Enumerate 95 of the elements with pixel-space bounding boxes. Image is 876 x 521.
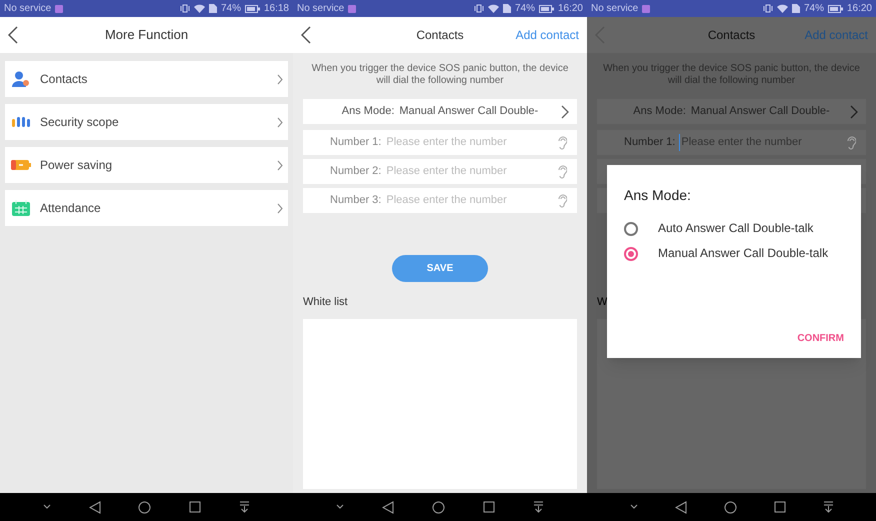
chevron-right-icon (277, 74, 283, 84)
vibrate-icon (762, 4, 773, 13)
dialog-title: Ans Mode: (624, 186, 692, 205)
chevron-right-icon (277, 160, 283, 170)
people-group-icon (11, 116, 31, 128)
menu-item-label: Attendance (40, 200, 102, 217)
notification-pull-icon[interactable] (239, 501, 250, 513)
battery-icon (538, 4, 554, 12)
back-icon[interactable] (382, 500, 394, 514)
header-title: More Function (104, 26, 188, 44)
clock-text: 16:20 (846, 2, 872, 16)
menu-item[interactable]: Contacts (5, 61, 288, 97)
chevron-right-icon (561, 104, 569, 118)
wifi-icon (776, 4, 788, 13)
number-label: Number 1: (624, 135, 676, 150)
confirm-button[interactable]: CONFIRM (797, 331, 844, 346)
chevron-down-icon[interactable] (42, 504, 51, 510)
battery-percent: 74% (804, 2, 824, 16)
notification-pull-icon[interactable] (533, 501, 544, 513)
vibrate-icon (474, 4, 484, 13)
ans-mode-label: Ans Mode: (342, 104, 394, 120)
clock-text: 16:18 (264, 2, 289, 16)
header-title: Contacts (416, 27, 464, 44)
number-field[interactable]: Number 3: Please enter the number (303, 188, 577, 213)
description-text: When you trigger the device SOS panic button, the device will dial the following number (310, 62, 570, 88)
wifi-icon (488, 4, 499, 13)
chevron-right-icon (277, 116, 283, 128)
recents-icon[interactable] (774, 501, 786, 513)
vibrate-icon (180, 4, 190, 13)
back-icon[interactable] (301, 26, 311, 44)
save-button[interactable]: SAVE (392, 255, 488, 282)
number-label: Number 1: (330, 135, 382, 150)
number-label: Number 2: (330, 164, 382, 180)
recents-icon[interactable] (189, 501, 202, 513)
number-input[interactable]: Please enter the number (385, 192, 557, 209)
radio-label: Auto Answer Call Double-talk (658, 221, 814, 235)
chevron-right-icon (850, 104, 858, 118)
menu-item[interactable]: Security scope (5, 104, 288, 140)
home-icon[interactable] (724, 500, 736, 514)
radio-button[interactable] (624, 247, 638, 261)
ans-mode-label: Ans Mode: (633, 104, 686, 120)
home-icon[interactable] (432, 500, 445, 514)
person-icon (12, 71, 30, 87)
number-label: Number 3: (330, 193, 382, 208)
allowed-numbers-title: W (597, 295, 608, 310)
notification-icon (55, 4, 64, 12)
sim-icon (792, 4, 800, 13)
ans-mode-row[interactable]: Ans Mode: Manual Answer Call Double- (597, 99, 866, 124)
ear-icon (557, 194, 567, 208)
back-icon[interactable] (8, 26, 18, 44)
back-icon[interactable] (88, 500, 101, 514)
notification-icon (642, 4, 650, 12)
number-input[interactable]: Please enter the number (385, 134, 557, 151)
chevron-down-icon[interactable] (336, 504, 344, 510)
carrier-text: No service (4, 2, 52, 16)
home-icon[interactable] (138, 500, 152, 514)
sim-icon (502, 4, 511, 13)
menu-item-label: Contacts (40, 71, 88, 88)
menu-item[interactable]: Attendance (5, 190, 288, 226)
sim-icon (208, 4, 217, 13)
battery-percent: 74% (514, 2, 535, 16)
radio-option[interactable]: Auto Answer Call Double-talk (624, 216, 844, 241)
back-icon[interactable] (674, 500, 686, 514)
carrier-text: No service (591, 2, 638, 16)
number-input[interactable]: Please enter the number (385, 163, 557, 180)
add-contact-link[interactable]: Add contact (516, 26, 579, 44)
wifi-icon (194, 4, 205, 13)
radio-button[interactable] (624, 222, 638, 236)
carrier-text: No service (297, 2, 344, 16)
menu-item-label: Power saving (40, 157, 114, 174)
calendar-icon (12, 200, 30, 216)
radio-option[interactable]: Manual Answer Call Double-talk (624, 241, 844, 266)
ear-icon (557, 136, 567, 150)
number-field[interactable]: Number 2: Please enter the number (303, 159, 577, 184)
number-field[interactable]: Number 1: Please enter the number (303, 130, 577, 155)
battery-icon (11, 159, 31, 171)
ear-icon (846, 136, 856, 150)
menu-item[interactable]: Power saving (5, 147, 288, 183)
ear-icon (557, 164, 567, 178)
battery-icon (244, 4, 260, 12)
ans-mode-row[interactable]: Ans Mode: Manual Answer Call Double- (303, 99, 577, 124)
notification-icon (348, 4, 356, 12)
menu-item-label: Security scope (40, 114, 120, 131)
clock-text: 16:20 (558, 2, 583, 16)
recents-icon[interactable] (483, 501, 495, 513)
chevron-down-icon[interactable] (630, 504, 638, 510)
header-title: Contacts (708, 27, 756, 44)
battery-percent: 74% (220, 2, 241, 16)
notification-pull-icon[interactable] (822, 501, 834, 513)
allowed-numbers-title: White list (303, 295, 349, 310)
battery-icon (828, 4, 843, 12)
ans-mode-value: Manual Answer Call Double- (399, 104, 538, 120)
chevron-right-icon (277, 202, 283, 214)
radio-label: Manual Answer Call Double-talk (658, 246, 830, 260)
ans-mode-value: Manual Answer Call Double- (690, 104, 830, 120)
